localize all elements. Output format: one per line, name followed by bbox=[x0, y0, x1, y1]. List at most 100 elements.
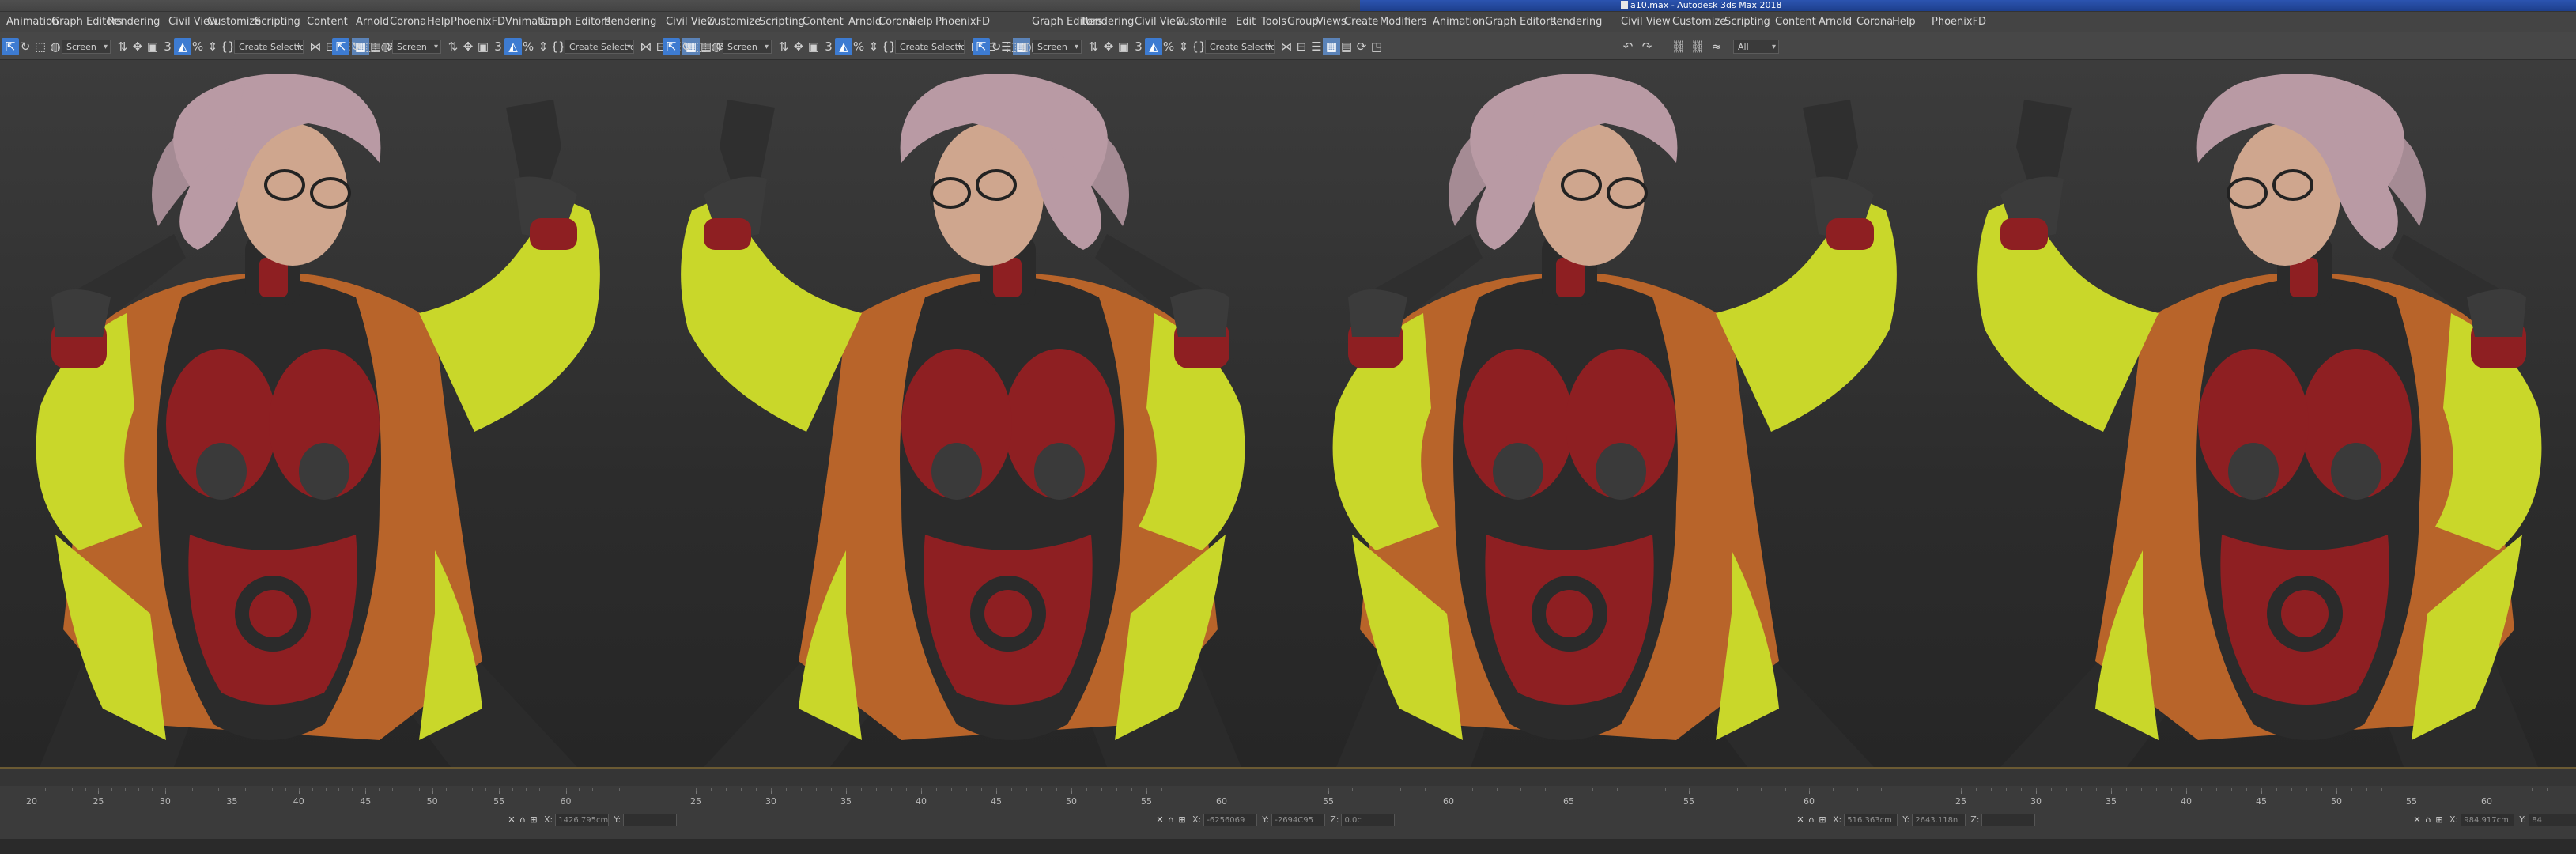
selection-set-dropdown[interactable]: Create Selection Se bbox=[565, 40, 634, 54]
menu-item-help[interactable]: Help bbox=[1892, 12, 1916, 32]
selection-filter-dropdown[interactable]: All bbox=[1733, 40, 1779, 54]
menu-item-file[interactable]: File bbox=[1210, 12, 1227, 32]
menu-item-customize[interactable]: Customize bbox=[207, 12, 261, 32]
y-coordinate-field[interactable] bbox=[623, 814, 678, 826]
menu-item-scripting[interactable]: Scripting bbox=[255, 12, 300, 32]
menu-item-customize[interactable]: Customize bbox=[1672, 12, 1726, 32]
character-view-4[interactable] bbox=[1953, 60, 2570, 767]
menu-item-views[interactable]: Views bbox=[1316, 12, 1347, 32]
unlink-icon[interactable]: ⛓ bbox=[1689, 38, 1706, 55]
y-coordinate-field[interactable]: 2643.118n bbox=[1912, 814, 1966, 826]
z-coordinate-field[interactable] bbox=[1981, 814, 2036, 826]
absolute-mode-icon[interactable]: ⊞ bbox=[1177, 814, 1188, 825]
close-icon[interactable]: ✕ bbox=[506, 814, 517, 825]
menu-item-graph-editors[interactable]: Graph Editors bbox=[1485, 12, 1555, 32]
menu-item-arnold[interactable]: Arnold bbox=[356, 12, 389, 32]
lock-selection-icon[interactable]: ⌂ bbox=[1806, 814, 1817, 825]
absolute-mode-icon[interactable]: ⊞ bbox=[2434, 814, 2445, 825]
timeline-minor-tick bbox=[696, 788, 697, 791]
ref-coord-dropdown[interactable]: Screen bbox=[392, 40, 441, 54]
menu-item-content[interactable]: Content bbox=[307, 12, 348, 32]
bind-spacewarp-icon[interactable]: ≈ bbox=[1708, 38, 1725, 55]
lock-selection-icon[interactable]: ⌂ bbox=[1165, 814, 1177, 825]
lock-selection-icon[interactable]: ⌂ bbox=[517, 814, 528, 825]
menu-item-help[interactable]: Help bbox=[909, 12, 933, 32]
menu-item-customize[interactable]: Customize bbox=[707, 12, 761, 32]
menu-item-arnold[interactable]: Arnold bbox=[1819, 12, 1852, 32]
y-coordinate-field[interactable]: -2694C95 bbox=[1271, 814, 1326, 826]
timeline-minor-tick bbox=[485, 788, 487, 791]
menu-item-rendering[interactable]: Rendering bbox=[1082, 12, 1134, 32]
menu-item-scripting[interactable]: Scripting bbox=[759, 12, 805, 32]
render-frame-icon[interactable]: ◳ bbox=[1368, 38, 1385, 55]
selection-set-dropdown[interactable]: Create Selection Se bbox=[1205, 40, 1275, 54]
timeline-minor-tick bbox=[2532, 788, 2533, 791]
menu-item-create[interactable]: Create bbox=[1344, 12, 1378, 32]
x-coordinate-field[interactable]: -6256069 bbox=[1203, 814, 1258, 826]
character-view-2[interactable] bbox=[656, 60, 1273, 767]
ref-coord-dropdown[interactable]: Screen bbox=[1033, 40, 1082, 54]
menu-item-graph-editors[interactable]: Graph Editors bbox=[540, 12, 610, 32]
timeline-minor-tick bbox=[996, 788, 997, 791]
timeline-tick-label: 65 bbox=[1563, 796, 1574, 807]
timeline-minor-tick bbox=[44, 788, 46, 791]
close-icon[interactable]: ✕ bbox=[1795, 814, 1806, 825]
selection-set-dropdown[interactable]: Create Selection Se bbox=[234, 40, 304, 54]
x-coordinate-field[interactable]: 1426.795cm bbox=[555, 814, 610, 826]
menu-item-group[interactable]: Group bbox=[1287, 12, 1319, 32]
timeline-tick-label: 35 bbox=[840, 796, 852, 807]
ref-coord-dropdown[interactable]: Screen bbox=[62, 40, 111, 54]
timeline-minor-tick bbox=[85, 788, 86, 791]
z-coordinate-field[interactable]: 0.0c bbox=[1341, 814, 1396, 826]
timeline-minor-tick bbox=[1961, 788, 1962, 791]
ref-coord-dropdown[interactable]: Screen bbox=[723, 40, 772, 54]
close-icon[interactable]: ✕ bbox=[1154, 814, 1165, 825]
timeline-tick-label: 40 bbox=[916, 796, 927, 807]
close-icon[interactable]: ✕ bbox=[2412, 814, 2423, 825]
menu-item-corona[interactable]: Corona bbox=[1856, 12, 1893, 32]
character-view-1[interactable] bbox=[8, 60, 625, 767]
lock-selection-icon[interactable]: ⌂ bbox=[2423, 814, 2434, 825]
timeline-minor-tick bbox=[472, 788, 474, 791]
select-and-link-icon[interactable]: ⛓ bbox=[1670, 38, 1687, 55]
selection-set-dropdown[interactable]: Create Selection Se bbox=[895, 40, 965, 54]
timeline-tick-label: 45 bbox=[2256, 796, 2267, 807]
timeline-minor-tick bbox=[831, 788, 832, 791]
menu-item-tools[interactable]: Tools bbox=[1261, 12, 1286, 32]
timeline-minor-tick bbox=[352, 788, 353, 791]
menu-item-phoenixfd[interactable]: PhoenixFD bbox=[1932, 12, 1986, 32]
redo-icon[interactable]: ↷ bbox=[1638, 38, 1656, 55]
menu-item-rendering[interactable]: Rendering bbox=[604, 12, 656, 32]
x-coordinate-field[interactable]: 516.363cm bbox=[1844, 814, 1898, 826]
absolute-mode-icon[interactable]: ⊞ bbox=[1817, 814, 1828, 825]
menu-item-animation[interactable]: Animation bbox=[1433, 12, 1485, 32]
menu-item-content[interactable]: Content bbox=[1775, 12, 1816, 32]
perspective-viewport[interactable] bbox=[0, 60, 2576, 767]
timeline-minor-tick bbox=[756, 788, 757, 791]
undo-icon[interactable]: ↶ bbox=[1619, 38, 1637, 55]
timeline-minor-tick bbox=[2081, 788, 2082, 791]
timeline-minor-tick bbox=[1496, 788, 1498, 791]
menu-item-rendering[interactable]: Rendering bbox=[1550, 12, 1602, 32]
timeline-minor-tick bbox=[816, 788, 817, 791]
menu-item-help[interactable]: Help bbox=[427, 12, 451, 32]
menu-item-phoenixfd[interactable]: PhoenixFD bbox=[935, 12, 990, 32]
menu-item-arnold[interactable]: Arnold bbox=[848, 12, 882, 32]
x-coordinate-field[interactable]: 984.917cm bbox=[2461, 814, 2515, 826]
menu-item-corona[interactable]: Corona bbox=[390, 12, 426, 32]
timeline-minor-tick bbox=[906, 788, 907, 791]
timeline-ruler[interactable]: 20 25 30 35 40 45 50 55 60 25 30 35 40 45 50 55 60 55 60 65… bbox=[0, 786, 2576, 807]
time-slider-track[interactable] bbox=[0, 767, 2576, 786]
timeline-minor-tick bbox=[1833, 788, 1834, 791]
character-view-3[interactable] bbox=[1305, 60, 1921, 767]
menu-item-scripting[interactable]: Scripting bbox=[1724, 12, 1770, 32]
menu-item-edit[interactable]: Edit bbox=[1236, 12, 1256, 32]
timeline-minor-tick bbox=[1544, 788, 1546, 791]
timeline-minor-tick bbox=[191, 788, 193, 791]
menu-item-civil-view[interactable]: Civil View bbox=[1621, 12, 1671, 32]
menu-item-rendering[interactable]: Rendering bbox=[108, 12, 160, 32]
menu-item-content[interactable]: Content bbox=[803, 12, 844, 32]
y-coordinate-field[interactable]: 84 bbox=[2529, 814, 2576, 826]
absolute-mode-icon[interactable]: ⊞ bbox=[528, 814, 539, 825]
menu-item-modifiers[interactable]: Modifiers bbox=[1380, 12, 1426, 32]
